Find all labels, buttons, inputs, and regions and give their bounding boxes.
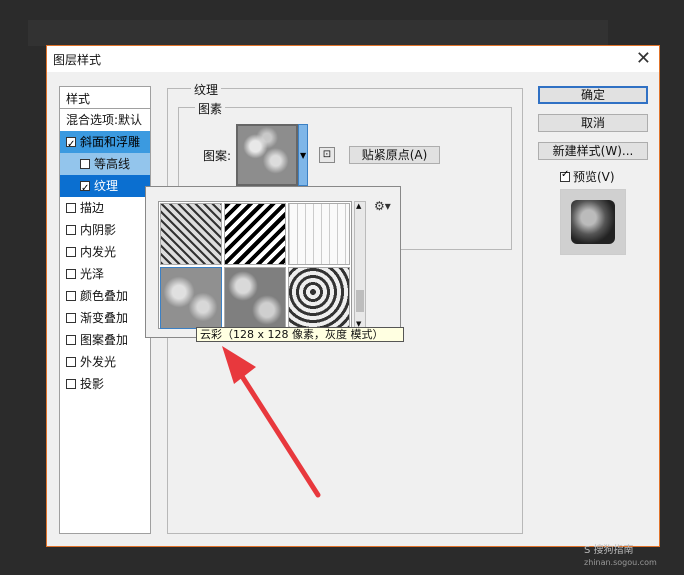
watermark-url: zhinan.sogou.com — [584, 558, 657, 567]
arrow-shaft — [235, 367, 321, 498]
annotation-arrow — [222, 346, 321, 498]
watermark-text: S 搜狗指南 — [584, 545, 634, 556]
arrow-head — [222, 346, 256, 384]
